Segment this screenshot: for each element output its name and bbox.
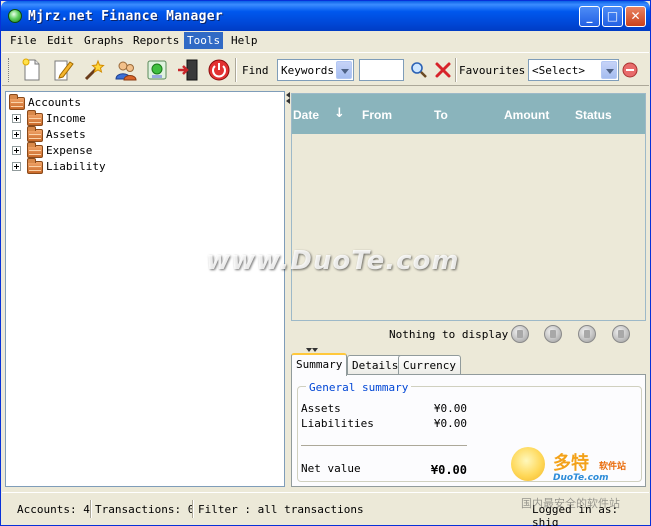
toolbar: Find Keywords Favourites <Select> (2, 52, 649, 86)
status-transactions: Transactions: 0 (95, 503, 195, 516)
search-icon[interactable] (409, 60, 429, 80)
column-status[interactable]: Status (575, 108, 612, 122)
expand-icon[interactable] (12, 130, 21, 139)
summary-divider (301, 445, 467, 446)
column-amount[interactable]: Amount (504, 108, 549, 122)
folder-icon (27, 158, 43, 174)
general-summary-group: General summary Assets ¥0.00 Liabilities… (297, 381, 642, 482)
column-to[interactable]: To (434, 108, 448, 122)
favourites-select[interactable]: <Select> (528, 59, 619, 81)
corner-watermark-brand: 多特 (553, 453, 589, 474)
window-title: Mjrz.net Finance Manager (28, 9, 224, 24)
corner-watermark-domain: DuoTe.com (553, 473, 609, 483)
magic-wand-icon[interactable] (82, 58, 106, 82)
close-button[interactable]: ✕ (625, 6, 646, 27)
status-accounts: Accounts: 4 (17, 503, 90, 516)
sort-descending-icon[interactable]: ↓ (334, 106, 345, 121)
next-page-icon[interactable] (578, 325, 596, 343)
expand-icon[interactable] (12, 162, 21, 171)
menu-graphs[interactable]: Graphs (84, 34, 124, 47)
expand-icon[interactable] (12, 146, 21, 155)
import-icon[interactable] (145, 58, 169, 82)
menu-bar: File Edit Graphs Reports Tools Help (2, 31, 649, 51)
menu-reports[interactable]: Reports (133, 34, 179, 47)
tree-node-expense[interactable]: Expense (8, 142, 128, 159)
summary-panel: General summary Assets ¥0.00 Liabilities… (291, 374, 646, 487)
chevron-down-icon[interactable] (601, 61, 617, 79)
maximize-button[interactable]: □ (602, 6, 623, 27)
previous-page-icon[interactable] (544, 325, 562, 343)
status-separator (192, 500, 194, 518)
tree-node-income[interactable]: Income (8, 110, 128, 127)
remove-favourite-icon[interactable] (622, 62, 638, 78)
first-page-icon[interactable] (511, 325, 529, 343)
tab-summary[interactable]: Summary (291, 353, 348, 376)
clear-search-icon[interactable] (434, 61, 452, 79)
toolbar-separator (455, 58, 457, 82)
chevron-down-icon[interactable] (336, 61, 352, 79)
app-window: Mjrz.net Finance Manager _ □ ✕ File Edit… (0, 0, 651, 526)
grid-pager: Nothing to display (291, 321, 646, 347)
tab-details[interactable]: Details (347, 355, 404, 375)
liabilities-label: Liabilities (301, 417, 374, 430)
tab-currency[interactable]: Currency (398, 355, 461, 375)
folder-icon (9, 94, 25, 110)
favourites-label: Favourites (459, 64, 526, 77)
corner-watermark-slogan: 国内最安全的软件站 (521, 497, 620, 510)
center-watermark: www.DuoTe.com (206, 246, 460, 276)
status-separator (90, 500, 92, 518)
column-date[interactable]: Date (293, 108, 319, 122)
group-title: General summary (306, 381, 412, 394)
exit-icon[interactable] (176, 58, 200, 82)
users-icon[interactable] (114, 58, 138, 82)
last-page-icon[interactable] (612, 325, 630, 343)
net-value-label: Net value (301, 462, 361, 475)
column-from[interactable]: From (362, 108, 392, 122)
grid-header: Date ↓ From To Amount Status (292, 94, 645, 134)
folder-icon (27, 110, 43, 126)
account-tree[interactable]: Accounts Income Assets Expense Liability (5, 91, 285, 487)
detail-tabs: Summary Details Currency (291, 353, 646, 376)
find-field-select[interactable]: Keywords (277, 59, 354, 81)
tree-node-assets[interactable]: Assets (8, 126, 128, 143)
edit-icon[interactable] (51, 58, 75, 82)
corner-watermark-brand-small: 软件站 (599, 462, 627, 472)
menu-edit[interactable]: Edit (47, 34, 74, 47)
transactions-grid[interactable]: Date ↓ From To Amount Status (291, 93, 646, 321)
power-icon[interactable] (207, 58, 231, 82)
assets-value: ¥0.00 (433, 402, 467, 415)
assets-label: Assets (301, 402, 341, 415)
menu-file[interactable]: File (10, 34, 37, 47)
empty-message: Nothing to display (389, 328, 509, 341)
title-bar[interactable]: Mjrz.net Finance Manager _ □ ✕ (1, 1, 650, 31)
find-label: Find (242, 64, 269, 77)
expand-icon[interactable] (12, 114, 21, 123)
folder-icon (27, 142, 43, 158)
menu-help[interactable]: Help (231, 34, 258, 47)
app-logo-icon (8, 9, 22, 23)
toolbar-separator (235, 58, 237, 82)
tree-node-liability[interactable]: Liability (8, 158, 128, 175)
toolbar-grip[interactable] (8, 58, 11, 82)
corner-watermark-logo (511, 447, 545, 481)
folder-icon (27, 126, 43, 142)
status-filter: Filter : all transactions (198, 503, 364, 516)
liabilities-value: ¥0.00 (433, 417, 467, 430)
new-document-icon[interactable] (20, 58, 44, 82)
menu-tools[interactable]: Tools (184, 32, 224, 49)
search-input[interactable] (359, 59, 404, 81)
minimize-button[interactable]: _ (579, 6, 600, 27)
net-value: ¥0.00 (430, 463, 467, 477)
tree-node-accounts[interactable]: Accounts (8, 94, 128, 111)
